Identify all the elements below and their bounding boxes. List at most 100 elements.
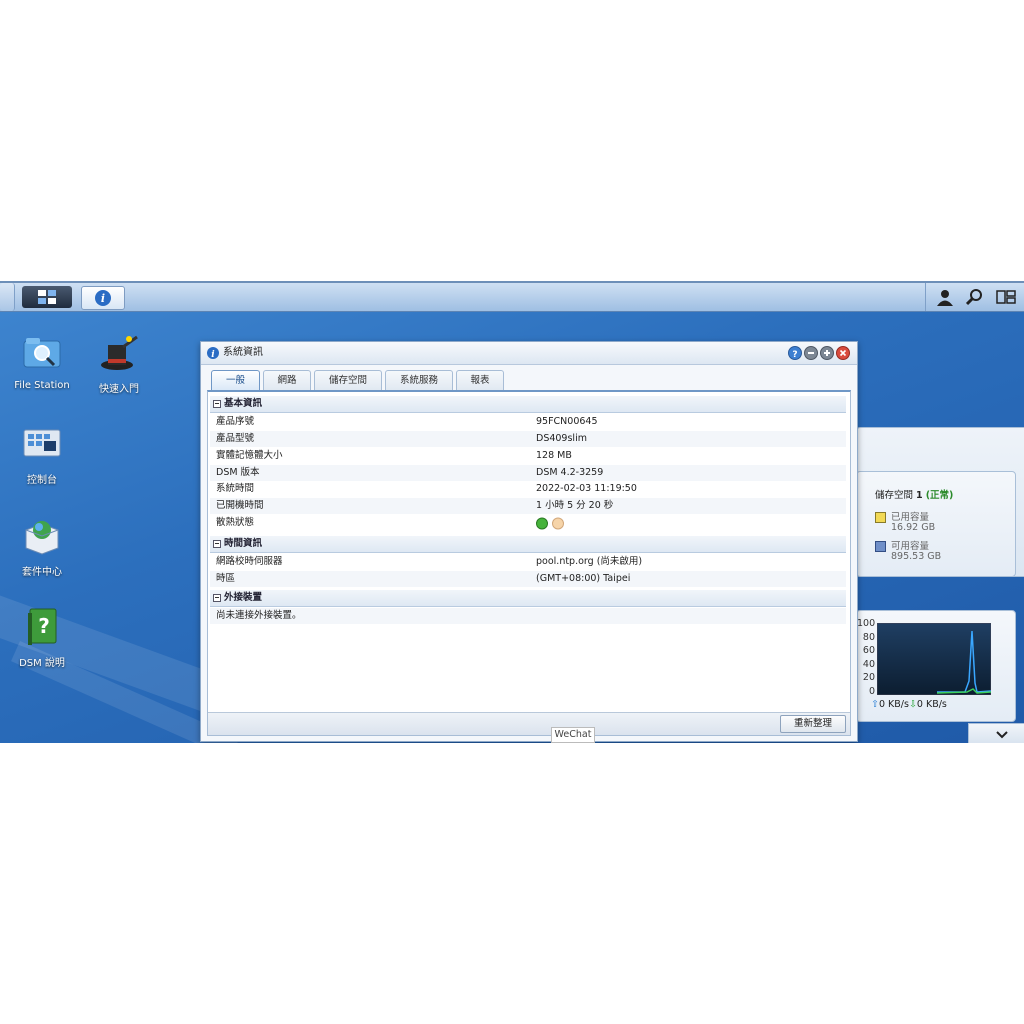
free-color-swatch (875, 541, 886, 552)
y-tick: 20 (862, 672, 875, 684)
y-tick: 0 (868, 685, 875, 697)
info-icon: i (207, 347, 219, 360)
info-icon: i (95, 290, 111, 306)
window-titlebar[interactable]: i 系統資訊 ? (201, 342, 857, 365)
svg-text:i: i (101, 292, 105, 305)
svg-text:?: ? (792, 350, 797, 360)
info-value: pool.ntp.org (尚未啟用) (536, 556, 643, 567)
quick-start-label: 快速入門 (99, 384, 139, 395)
tab-general[interactable]: 一般 (211, 370, 260, 391)
info-key: 網路校時伺服器 (216, 556, 283, 567)
download-rate: 0 KB/s (916, 699, 947, 710)
package-center-shortcut[interactable]: 套件中心 (2, 516, 82, 578)
widget-collapse-button[interactable] (968, 723, 1024, 743)
file-station-label: File Station (14, 380, 70, 391)
info-key: 已開機時間 (216, 500, 264, 511)
taskbar-left-handle[interactable] (0, 283, 15, 311)
general-panel: 基本資訊 產品序號 95FCN00645 產品型號 DS409slim 實體記憶體大… (207, 390, 851, 736)
control-panel-icon (23, 429, 61, 457)
file-station-shortcut[interactable]: File Station (2, 333, 82, 391)
info-key: 尚未連接外接裝置。 (216, 610, 302, 621)
wechat-overlay-label: WeChat (551, 727, 595, 743)
minimize-icon[interactable] (804, 346, 818, 360)
info-value: (GMT+08:00) Taipei (536, 573, 631, 584)
collapse-icon[interactable] (213, 540, 221, 548)
upload-arrow-icon: ⇧ (871, 699, 879, 710)
section-basic-info[interactable]: 基本資訊 (210, 396, 846, 413)
control-panel-shortcut[interactable]: 控制台 (2, 426, 82, 486)
maximize-icon[interactable] (820, 346, 834, 360)
search-icon[interactable] (964, 287, 986, 307)
svg-text:i: i (211, 350, 215, 360)
y-tick: 60 (862, 645, 875, 657)
close-icon[interactable] (836, 346, 850, 360)
info-row: 產品型號 DS409slim (210, 431, 846, 447)
free-label: 可用容量 (891, 541, 930, 552)
grid-icon (38, 290, 56, 304)
tab-report[interactable]: 報表 (456, 370, 504, 390)
folder-search-icon (23, 338, 61, 368)
info-value: 128 MB (536, 450, 572, 461)
info-row: 系統時間 2022-02-03 11:19:50 (210, 481, 846, 497)
section-title: 時間資訊 (224, 538, 263, 549)
package-center-icon (25, 521, 59, 555)
info-row: DSM 版本 DSM 4.2-3259 (210, 465, 846, 481)
info-value: 2022-02-03 11:19:50 (536, 483, 637, 494)
y-tick: 40 (862, 658, 875, 670)
tab-network[interactable]: 網路 (263, 370, 311, 390)
section-external-devices[interactable]: 外接裝置 (210, 590, 846, 607)
package-center-label: 套件中心 (22, 567, 62, 578)
info-row: 網路校時伺服器 pool.ntp.org (尚未啟用) (210, 554, 846, 570)
storage-title: 儲存空間 1 (正常) (875, 487, 953, 501)
info-key: 產品型號 (216, 433, 255, 444)
info-row: 散熱狀態 (210, 515, 846, 531)
control-panel-label: 控制台 (27, 475, 57, 486)
taskbar: i (0, 281, 1024, 312)
info-key: 產品序號 (216, 416, 255, 427)
info-key: 實體記憶體大小 (216, 450, 283, 461)
used-label: 已用容量 (891, 512, 930, 523)
taskbar-system-info-button[interactable]: i (81, 286, 125, 310)
info-row: 尚未連接外接裝置。 (210, 608, 846, 624)
info-value: 95FCN00645 (536, 416, 598, 427)
network-y-axis: 100 80 60 40 20 0 (857, 617, 875, 699)
info-key: 時區 (216, 573, 236, 584)
main-menu-button[interactable] (22, 286, 72, 308)
section-title: 外接裝置 (224, 592, 263, 603)
desktop: i File Station 快速入門 控制台 套件中心 ? DSM 說明 儲存… (0, 281, 1024, 743)
quick-start-shortcut[interactable]: 快速入門 (79, 333, 159, 395)
system-info-window: i 系統資訊 ? 一般 網路 儲存空間 系統服務 報表 基本資訊 產品序號 95F… (200, 341, 858, 742)
info-key: 系統時間 (216, 483, 255, 494)
help-icon[interactable]: ? (788, 346, 802, 360)
storage-status: (正常) (925, 490, 954, 501)
tab-services[interactable]: 系統服務 (385, 370, 453, 390)
thermal-status-icons (536, 517, 564, 530)
refresh-button[interactable]: 重新整理 (780, 715, 846, 733)
network-graph (877, 623, 991, 695)
info-row: 產品序號 95FCN00645 (210, 414, 846, 430)
collapse-icon[interactable] (213, 594, 221, 602)
storage-title-label: 儲存空間 (875, 490, 917, 501)
section-time-info[interactable]: 時間資訊 (210, 536, 846, 553)
chevron-down-icon (996, 731, 1008, 739)
tab-storage[interactable]: 儲存空間 (314, 370, 382, 390)
info-key: DSM 版本 (216, 467, 260, 478)
y-tick: 100 (857, 618, 876, 629)
upload-rate: 0 KB/s (878, 699, 909, 710)
y-tick: 80 (862, 631, 875, 643)
magic-hat-icon (101, 335, 138, 370)
collapse-icon[interactable] (213, 400, 221, 408)
section-title: 基本資訊 (224, 398, 263, 409)
network-rates: ⇧0 KB/s⇩0 KB/s (871, 699, 947, 710)
user-icon[interactable] (934, 287, 956, 307)
info-key: 散熱狀態 (216, 517, 255, 528)
storage-widget: 儲存空間 1 (正常) 已用容量 16.92 GB 可用容量 895.53 GB (856, 471, 1016, 577)
info-row: 實體記憶體大小 128 MB (210, 448, 846, 464)
dsm-help-shortcut[interactable]: ? DSM 說明 (2, 607, 82, 669)
free-value: 895.53 GB (891, 551, 942, 562)
used-color-swatch (875, 512, 886, 523)
info-row: 時區 (GMT+08:00) Taipei (210, 571, 846, 587)
window-footer: 重新整理 (208, 712, 850, 735)
window-title: 系統資訊 (223, 347, 263, 358)
widgets-icon[interactable] (995, 287, 1017, 307)
